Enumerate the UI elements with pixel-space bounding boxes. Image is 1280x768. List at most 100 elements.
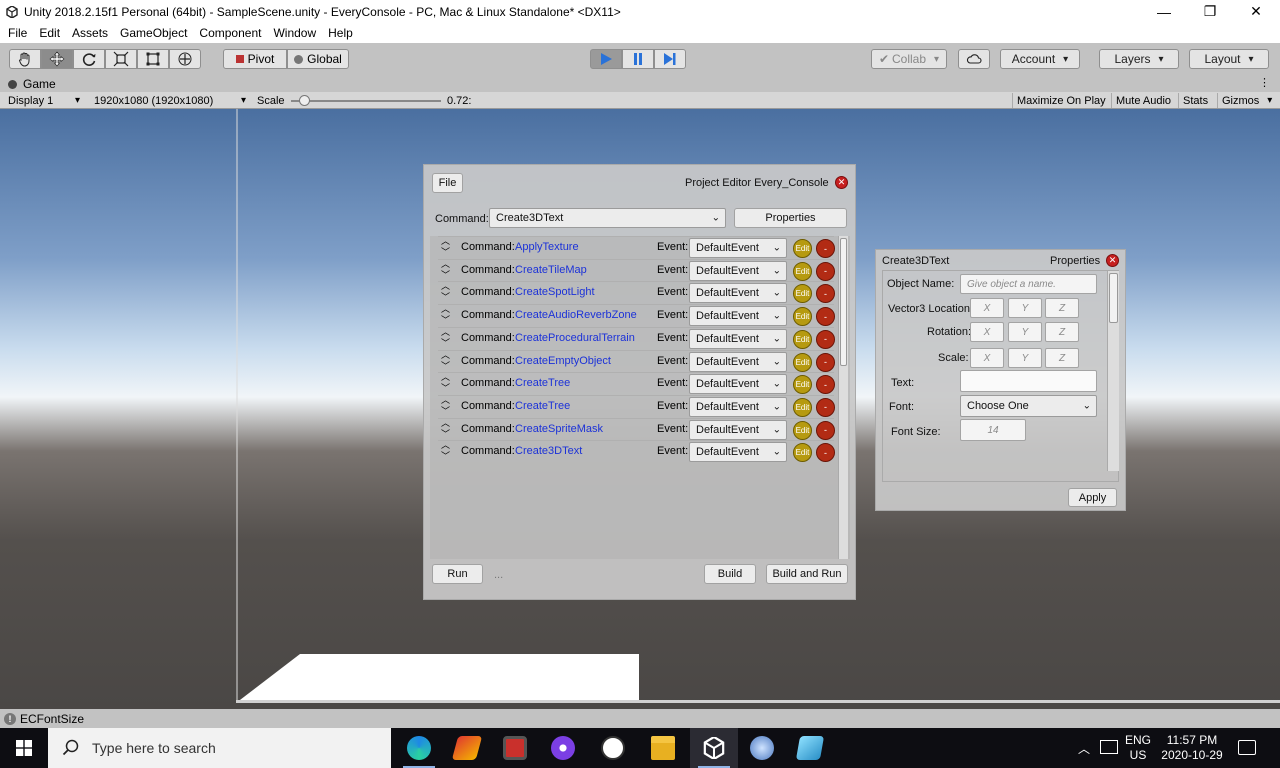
row-delete-button[interactable]: - [816, 239, 835, 258]
reorder-arrows-icon[interactable]: ︿ ﹀ [441, 259, 450, 281]
maximize-button[interactable]: ❐ [1187, 0, 1233, 23]
row-event-dropdown[interactable]: DefaultEvent ⌄ [689, 351, 787, 372]
properties-button[interactable]: Properties [734, 208, 847, 228]
row-event-dropdown[interactable]: DefaultEvent ⌄ [689, 419, 787, 440]
text-input[interactable] [960, 370, 1097, 392]
cloud-button[interactable] [958, 49, 990, 69]
row-edit-button[interactable]: Edit [793, 261, 812, 281]
build-button[interactable]: Build [704, 564, 756, 584]
row-event-dropdown[interactable]: DefaultEvent ⌄ [689, 238, 787, 258]
taskbar-app-3[interactable] [491, 728, 539, 768]
menu-component[interactable]: Component [193, 26, 267, 40]
scale-tool-button[interactable] [105, 49, 137, 69]
pivot-button[interactable]: Pivot [223, 49, 287, 69]
row-command-name[interactable]: ApplyTexture [515, 241, 579, 253]
row-edit-button[interactable]: Edit [793, 307, 812, 327]
rect-tool-button[interactable] [137, 49, 169, 69]
font-dropdown[interactable]: Choose One ⌄ [960, 395, 1097, 417]
row-command-name[interactable]: CreateTree [515, 377, 570, 389]
editor-close-button[interactable]: ✕ [835, 176, 848, 189]
row-edit-button[interactable]: Edit [793, 420, 812, 440]
file-button[interactable]: File [432, 173, 463, 193]
apply-button[interactable]: Apply [1068, 488, 1117, 507]
taskbar-app-9[interactable] [786, 728, 834, 768]
rotation-z-input[interactable]: Z [1045, 322, 1079, 342]
row-event-dropdown[interactable]: DefaultEvent ⌄ [689, 306, 787, 327]
reorder-arrows-icon[interactable]: ︿ ﹀ [441, 304, 450, 326]
rotation-y-input[interactable]: Y [1008, 322, 1042, 342]
scale-x-input[interactable]: X [970, 348, 1004, 368]
location-z-input[interactable]: Z [1045, 298, 1079, 318]
row-delete-button[interactable]: - [816, 284, 835, 304]
display-dropdown[interactable]: Display 1 [4, 93, 84, 108]
reorder-arrows-icon[interactable]: ︿ ﹀ [441, 395, 450, 417]
account-dropdown[interactable]: Account [1000, 49, 1080, 69]
reorder-arrows-icon[interactable]: ︿ ﹀ [441, 350, 450, 372]
hand-tool-button[interactable] [9, 49, 41, 69]
row-command-name[interactable]: CreateSpotLight [515, 286, 595, 298]
game-viewport[interactable]: File Project Editor Every_Console ✕ Comm… [0, 109, 1280, 709]
row-event-dropdown[interactable]: DefaultEvent ⌄ [689, 374, 787, 395]
build-and-run-button[interactable]: Build and Run [766, 564, 848, 584]
row-command-name[interactable]: CreateSpriteMask [515, 423, 603, 435]
row-event-dropdown[interactable]: DefaultEvent ⌄ [689, 328, 787, 349]
transform-tool-button[interactable] [169, 49, 201, 69]
taskbar-unity[interactable] [690, 728, 738, 768]
row-delete-button[interactable]: - [816, 261, 835, 281]
resolution-dropdown[interactable]: 1920x1080 (1920x1080) [90, 93, 250, 108]
taskbar-clock-app[interactable] [589, 728, 637, 768]
language-indicator[interactable]: ENG US [1122, 733, 1154, 763]
move-tool-button[interactable] [41, 49, 73, 69]
row-delete-button[interactable]: - [816, 307, 835, 327]
clock[interactable]: 11:57 PM 2020-10-29 [1158, 733, 1226, 763]
list-scrollbar[interactable] [838, 236, 848, 559]
stats-toggle[interactable]: Stats [1178, 93, 1212, 108]
row-command-name[interactable]: CreateTree [515, 400, 570, 412]
run-button[interactable]: Run [432, 564, 483, 584]
row-command-name[interactable]: CreateProceduralTerrain [515, 332, 635, 344]
row-delete-button[interactable]: - [816, 397, 835, 417]
row-event-dropdown[interactable]: DefaultEvent ⌄ [689, 396, 787, 417]
row-delete-button[interactable]: - [816, 352, 835, 372]
layout-dropdown[interactable]: Layout [1189, 49, 1269, 69]
notifications-icon[interactable] [1238, 740, 1256, 755]
row-edit-button[interactable]: Edit [793, 239, 812, 258]
command-dropdown[interactable]: Create3DText ⌄ [489, 208, 726, 228]
row-event-dropdown[interactable]: DefaultEvent ⌄ [689, 260, 787, 281]
menu-gameobject[interactable]: GameObject [114, 26, 193, 40]
row-edit-button[interactable]: Edit [793, 329, 812, 349]
menu-edit[interactable]: Edit [33, 26, 66, 40]
minimize-button[interactable]: — [1141, 0, 1187, 23]
taskbar-file-explorer[interactable] [639, 728, 687, 768]
close-window-button[interactable]: ✕ [1233, 0, 1279, 23]
row-event-dropdown[interactable]: DefaultEvent ⌄ [689, 442, 787, 463]
row-edit-button[interactable]: Edit [793, 375, 812, 395]
menu-window[interactable]: Window [267, 26, 322, 40]
reorder-arrows-icon[interactable]: ︿ ﹀ [441, 372, 450, 394]
rotate-tool-button[interactable] [73, 49, 105, 69]
game-tab[interactable]: Game ⋮ [0, 76, 1280, 92]
properties-scrollbar[interactable] [1107, 271, 1119, 471]
network-icon[interactable] [1100, 740, 1118, 754]
layers-dropdown[interactable]: Layers [1099, 49, 1179, 69]
row-edit-button[interactable]: Edit [793, 397, 812, 417]
object-name-input[interactable]: Give object a name. [960, 274, 1097, 294]
row-delete-button[interactable]: - [816, 443, 835, 463]
scale-slider-thumb[interactable] [298, 95, 310, 106]
chevron-up-icon[interactable]: ︿ [1078, 740, 1090, 757]
scale-slider-track[interactable] [291, 95, 441, 106]
row-command-name[interactable]: CreateAudioReverbZone [515, 309, 637, 321]
row-delete-button[interactable]: - [816, 420, 835, 440]
reorder-arrows-icon[interactable]: ︿ ﹀ [441, 440, 450, 462]
properties-scrollbar-thumb[interactable] [1109, 273, 1118, 323]
reorder-arrows-icon[interactable]: ︿ ﹀ [441, 327, 450, 349]
reorder-arrows-icon[interactable]: ︿ ﹀ [441, 236, 450, 258]
play-button[interactable] [590, 49, 622, 69]
taskbar-search[interactable]: Type here to search [48, 728, 391, 768]
location-y-input[interactable]: Y [1008, 298, 1042, 318]
row-delete-button[interactable]: - [816, 375, 835, 395]
menu-help[interactable]: Help [322, 26, 359, 40]
location-x-input[interactable]: X [970, 298, 1004, 318]
collab-dropdown[interactable]: ✔ Collab [871, 49, 947, 69]
scale-y-input[interactable]: Y [1008, 348, 1042, 368]
